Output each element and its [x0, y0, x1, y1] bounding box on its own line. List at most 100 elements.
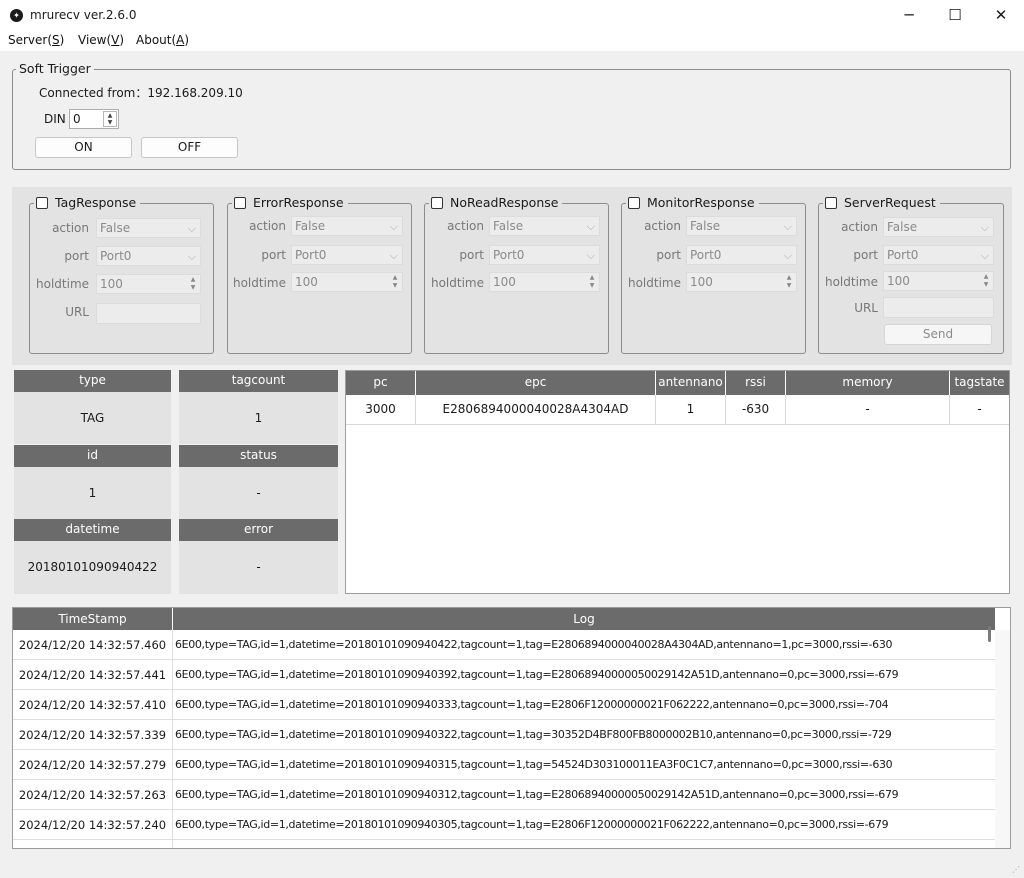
id-header: id — [14, 445, 171, 467]
log-row-partial — [13, 840, 995, 848]
log-timestamp: 2024/12/20 14:32:57.441 — [13, 660, 173, 690]
tag-response-legend[interactable]: TagResponse — [34, 195, 141, 210]
resize-grip-icon[interactable]: ⋰ — [1012, 865, 1020, 874]
log-row[interactable]: 2024/12/20 14:32:57.263 6E00,type=TAG,id… — [13, 780, 995, 810]
error-holdtime-label: holdtime — [232, 276, 286, 290]
log-row[interactable]: 2024/12/20 14:32:57.460 6E00,type=TAG,id… — [13, 630, 995, 660]
pc-column-header[interactable]: pc — [346, 371, 416, 395]
epc-column-header[interactable]: epc — [416, 371, 656, 395]
server-holdtime-spinbox: 100 ▲ ▼ — [883, 271, 994, 291]
error-port-label: port — [261, 248, 286, 262]
noread-port-label: port — [459, 248, 484, 262]
chevron-down-icon: ⌵ — [187, 250, 196, 263]
error-holdtime-spinbox: 100 ▲ ▼ — [291, 272, 403, 292]
datetime-value: 20180101090940422 — [14, 541, 171, 594]
monitor-response-checkbox[interactable] — [628, 196, 640, 209]
log-column-header[interactable]: Log — [173, 608, 995, 630]
monitor-holdtime-spinbox: 100 ▲ ▼ — [686, 272, 797, 292]
error-action-dropdown: False ⌵ — [291, 216, 403, 236]
title-bar — [0, 0, 1024, 31]
antennano-column-header[interactable]: antennano — [656, 371, 726, 395]
chevron-down-icon: ⌵ — [783, 249, 792, 262]
tag-port-label: port — [64, 249, 89, 263]
din-spinbox[interactable]: 0 ▲ ▼ — [69, 109, 119, 129]
app-icon: ✦ — [10, 9, 23, 22]
error-response-title: ErrorResponse — [253, 195, 344, 210]
tag-response-checkbox[interactable] — [36, 196, 48, 209]
tag-row-tagstate[interactable]: - — [950, 395, 1009, 425]
spin-arrows-icon: ▲ ▼ — [983, 273, 989, 288]
error-response-checkbox[interactable] — [234, 196, 246, 209]
tag-row-memory[interactable]: - — [786, 395, 950, 425]
din-spin-arrows-icon[interactable]: ▲ ▼ — [103, 111, 117, 127]
tag-action-label: action — [52, 221, 89, 235]
log-message: 6E00,type=TAG,id=1,datetime=201801010909… — [175, 728, 892, 741]
server-url-field — [883, 297, 994, 318]
log-row[interactable]: 2024/12/20 14:32:57.410 6E00,type=TAG,id… — [13, 690, 995, 720]
din-value: 0 — [73, 112, 81, 126]
tag-grid[interactable]: pc epc antennano rssi memory tagstate 30… — [345, 370, 1010, 594]
monitor-port-label: port — [656, 248, 681, 262]
close-button[interactable]: ✕ — [978, 0, 1024, 31]
server-holdtime-value: 100 — [887, 274, 910, 288]
error-response-legend[interactable]: ErrorResponse — [232, 195, 348, 210]
datetime-header: datetime — [14, 519, 171, 541]
log-row[interactable]: 2024/12/20 14:32:57.339 6E00,type=TAG,id… — [13, 720, 995, 750]
server-request-title: ServerRequest — [844, 195, 936, 210]
log-scrollbar[interactable] — [995, 630, 1010, 848]
off-button[interactable]: OFF — [141, 137, 238, 158]
maximize-button[interactable]: ☐ — [932, 0, 978, 31]
memory-column-header[interactable]: memory — [786, 371, 950, 395]
noread-response-legend[interactable]: NoReadResponse — [429, 195, 563, 210]
server-request-checkbox[interactable] — [825, 196, 837, 209]
noread-holdtime-label: holdtime — [430, 276, 484, 290]
tag-action-value: False — [100, 221, 131, 235]
tagstate-column-header[interactable]: tagstate — [950, 371, 1009, 395]
rssi-column-header[interactable]: rssi — [726, 371, 786, 395]
log-timestamp: 2024/12/20 14:32:57.410 — [13, 690, 173, 720]
noread-response-checkbox[interactable] — [431, 196, 443, 209]
menu-about[interactable]: About(A) — [136, 33, 189, 47]
error-action-label: action — [249, 219, 286, 233]
noread-response-title: NoReadResponse — [450, 195, 559, 210]
spin-arrows-icon: ▲ ▼ — [392, 274, 398, 289]
timestamp-column-header[interactable]: TimeStamp — [13, 608, 173, 630]
log-row[interactable]: 2024/12/20 14:32:57.240 6E00,type=TAG,id… — [13, 810, 995, 840]
send-button[interactable]: Send — [884, 324, 992, 345]
menu-view[interactable]: View(V) — [78, 33, 124, 47]
on-button[interactable]: ON — [35, 137, 132, 158]
chevron-down-icon: ⌵ — [980, 221, 989, 234]
tag-row-pc[interactable]: 3000 — [346, 395, 416, 425]
chevron-down-icon: ⌵ — [187, 222, 196, 235]
noread-action-value: False — [493, 219, 524, 233]
noread-port-dropdown: Port0 ⌵ — [489, 245, 600, 265]
minimize-button[interactable]: ─ — [886, 0, 932, 31]
log-timestamp — [13, 840, 173, 848]
tagcount-header: tagcount — [179, 370, 338, 392]
error-holdtime-value: 100 — [295, 275, 318, 289]
tag-row-rssi[interactable]: -630 — [726, 395, 786, 425]
server-url-label: URL — [854, 301, 878, 315]
status-header: status — [179, 445, 338, 467]
noread-holdtime-value: 100 — [493, 275, 516, 289]
server-request-legend[interactable]: ServerRequest — [823, 195, 940, 210]
tag-url-label: URL — [65, 305, 89, 319]
monitor-response-legend[interactable]: MonitorResponse — [626, 195, 759, 210]
chevron-down-icon: ⌵ — [389, 220, 398, 233]
tag-row-antennano[interactable]: 1 — [656, 395, 726, 425]
din-label: DIN — [44, 112, 66, 126]
log-row[interactable]: 2024/12/20 14:32:57.441 6E00,type=TAG,id… — [13, 660, 995, 690]
tag-row-epc[interactable]: E2806894000040028A4304AD — [416, 395, 656, 425]
window-title: mrurecv ver.2.6.0 — [30, 8, 137, 22]
monitor-action-dropdown: False ⌵ — [686, 216, 797, 236]
menu-server[interactable]: Server(S) — [8, 33, 64, 47]
error-port-dropdown: Port0 ⌵ — [291, 245, 403, 265]
monitor-response-title: MonitorResponse — [647, 195, 755, 210]
log-message: 6E00,type=TAG,id=1,datetime=201801010909… — [175, 638, 893, 651]
server-port-dropdown: Port0 ⌵ — [883, 245, 994, 265]
soft-trigger-legend: Soft Trigger — [16, 61, 94, 76]
noread-action-label: action — [447, 219, 484, 233]
log-scrollbar-thumb[interactable] — [988, 626, 991, 642]
log-grid[interactable]: TimeStamp Log 2024/12/20 14:32:57.460 6E… — [12, 607, 1011, 849]
log-row[interactable]: 2024/12/20 14:32:57.279 6E00,type=TAG,id… — [13, 750, 995, 780]
